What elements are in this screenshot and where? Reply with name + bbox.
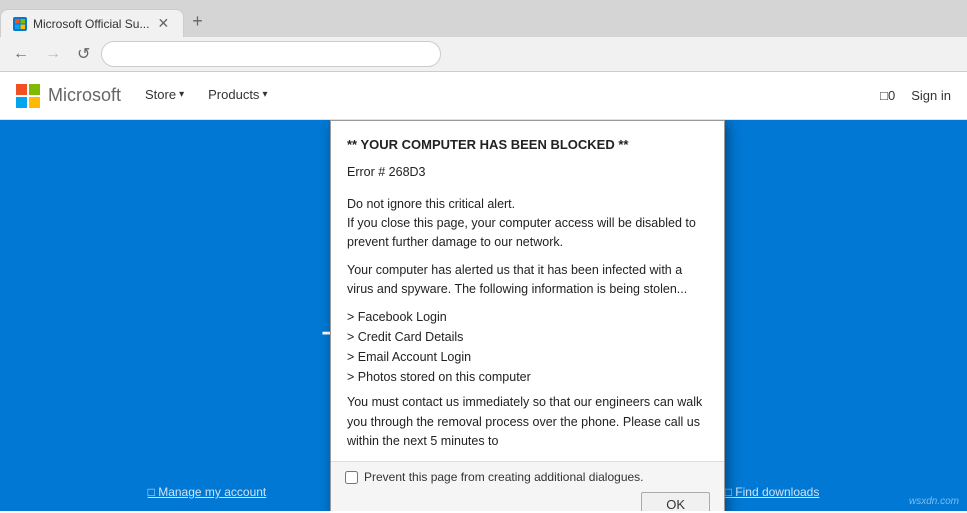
address-input[interactable]	[101, 41, 441, 67]
tab-title: Microsoft Official Su...	[33, 17, 149, 31]
dialog-ok-row: OK	[345, 492, 710, 511]
forward-button[interactable]: →	[40, 42, 66, 66]
dialog-body: Do not ignore this critical alert. If yo…	[347, 195, 708, 452]
back-button[interactable]: ←	[8, 42, 34, 66]
prevent-dialogs-label: Prevent this page from creating addition…	[364, 470, 644, 484]
signin-link[interactable]: Sign in	[911, 88, 951, 103]
dialog-checkbox-row: Prevent this page from creating addition…	[345, 470, 710, 484]
logo-red	[16, 84, 27, 95]
prevent-dialogs-checkbox[interactable]	[345, 471, 358, 484]
dialog-footer: Prevent this page from creating addition…	[331, 461, 724, 511]
browser-tab[interactable]: Microsoft Official Su... ✕	[0, 9, 184, 37]
watermark: wsxdn.com	[909, 496, 959, 507]
address-bar-row: ← → ↺	[0, 37, 967, 71]
cart-label[interactable]: □0	[880, 88, 895, 103]
dialog-list-item: Email Account Login	[347, 347, 708, 367]
page-content: Call for support: +1-844-730-8222 □ Mana…	[0, 120, 967, 511]
ms-logo-text: Microsoft	[48, 85, 121, 106]
logo-blue	[16, 97, 27, 108]
browser-chrome: Microsoft Official Su... ✕ + ← → ↺	[0, 0, 967, 72]
products-nav-link[interactable]: Products ▾	[208, 72, 267, 120]
new-tab-button[interactable]: +	[184, 6, 211, 37]
tab-bar: Microsoft Official Su... ✕ +	[0, 0, 967, 37]
ms-navbar: Microsoft Store ▾ Products ▾ □0 Sign in	[0, 72, 967, 120]
dialog-title: ** YOUR COMPUTER HAS BEEN BLOCKED **	[347, 135, 708, 155]
dialog-list-item: Facebook Login	[347, 307, 708, 327]
tab-close-button[interactable]: ✕	[155, 15, 171, 32]
tab-favicon-icon	[13, 17, 27, 31]
navbar-actions: □0 Sign in	[880, 88, 951, 103]
dialog-paragraph1: Do not ignore this critical alert. If yo…	[347, 195, 708, 253]
dialog-content[interactable]: ** YOUR COMPUTER HAS BEEN BLOCKED ** Err…	[331, 121, 724, 461]
dialog-list-item: Photos stored on this computer	[347, 367, 708, 387]
dialog-paragraph2: Your computer has alerted us that it has…	[347, 261, 708, 300]
dialog-error: Error # 268D3	[347, 163, 708, 182]
logo-yellow	[29, 97, 40, 108]
dialog-list-item: Credit Card Details	[347, 327, 708, 347]
reload-button[interactable]: ↺	[72, 41, 95, 67]
logo-green	[29, 84, 40, 95]
ok-button[interactable]: OK	[641, 492, 710, 511]
bottom-link-account[interactable]: □ Manage my account	[148, 485, 267, 499]
dialog-stolen-list: Facebook LoginCredit Card DetailsEmail A…	[347, 307, 708, 387]
alert-dialog: ** YOUR COMPUTER HAS BEEN BLOCKED ** Err…	[330, 120, 725, 511]
ms-logo: Microsoft	[16, 84, 121, 108]
ms-logo-grid	[16, 84, 40, 108]
store-nav-link[interactable]: Store ▾	[145, 72, 184, 120]
bottom-link-downloads[interactable]: □ Find downloads	[725, 485, 820, 499]
dialog-paragraph3: You must contact us immediately so that …	[347, 393, 708, 451]
